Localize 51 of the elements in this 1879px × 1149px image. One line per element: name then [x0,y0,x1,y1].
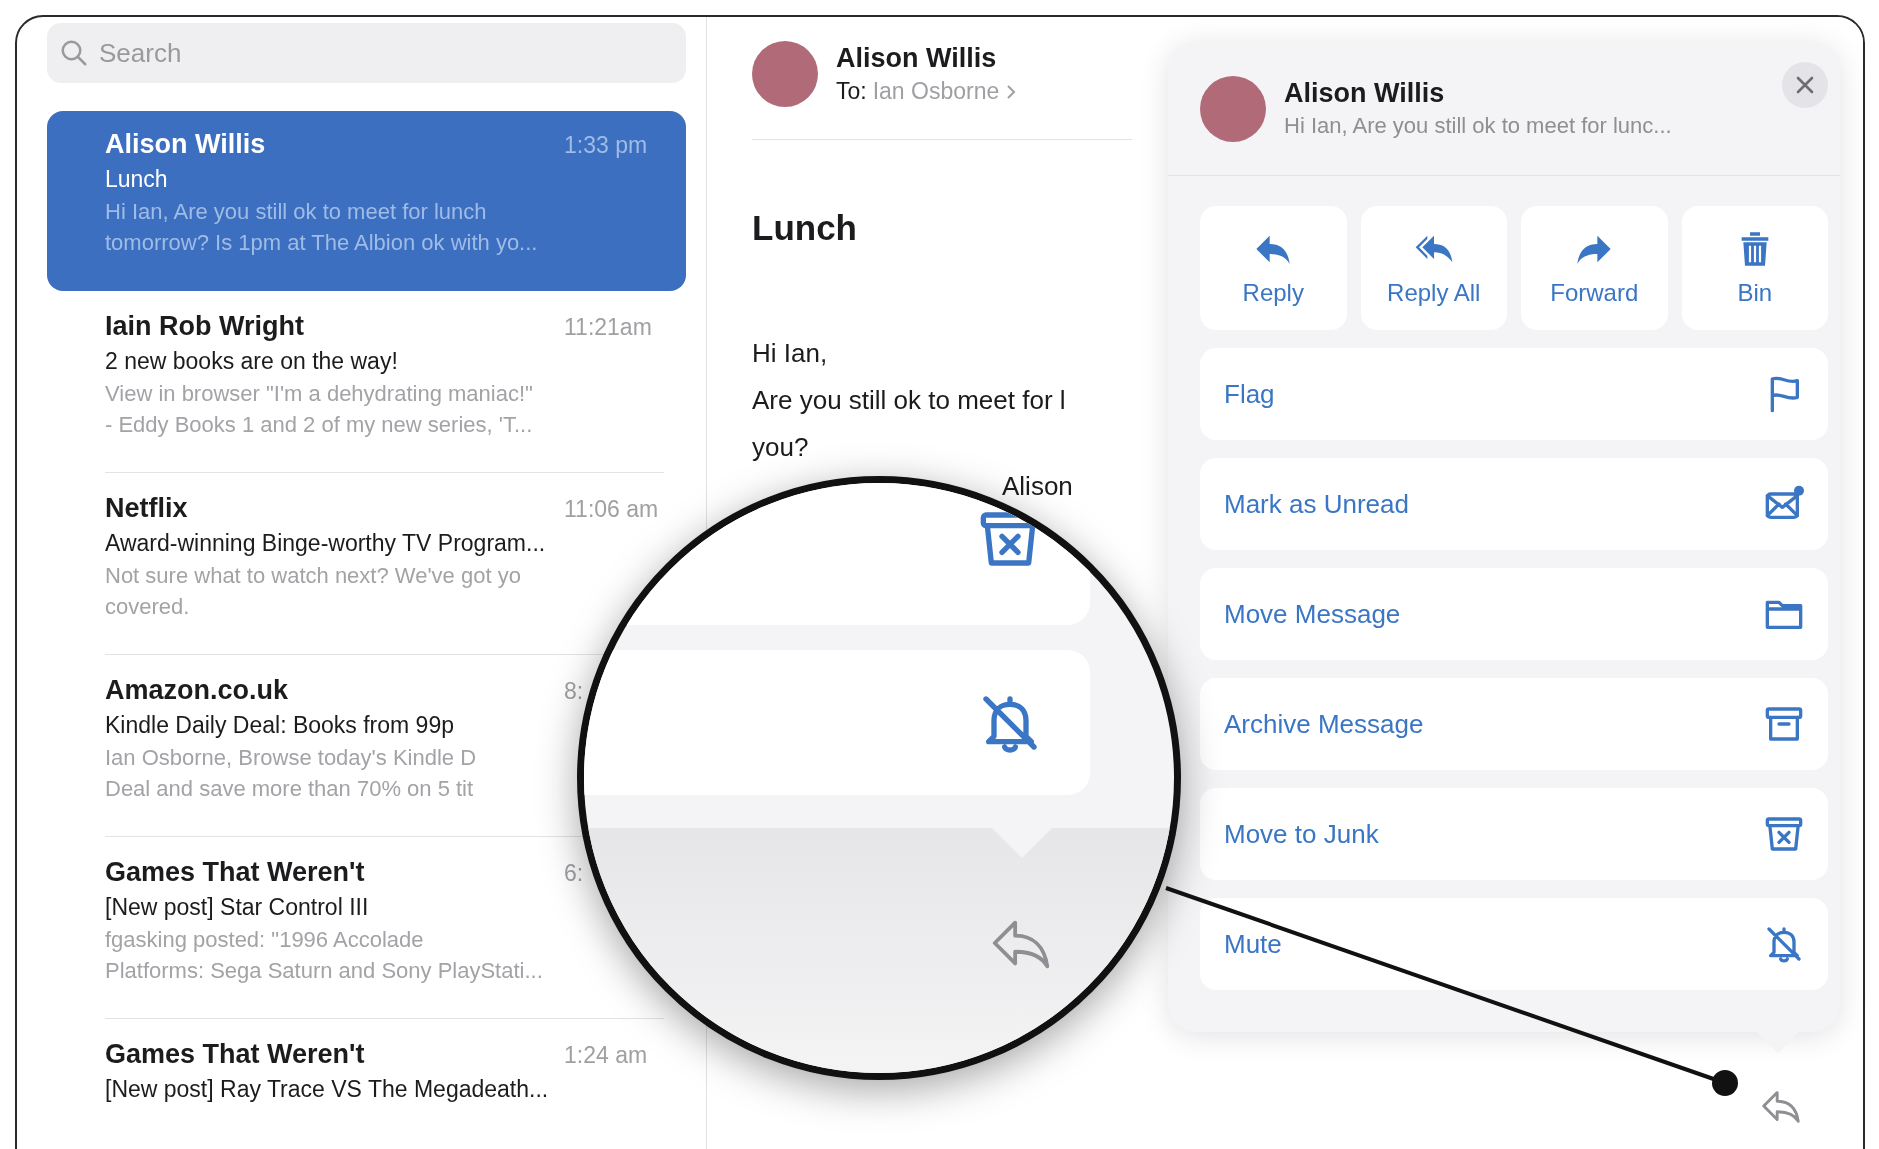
email-subject: Lunch [752,208,858,248]
message-preview: Not sure what to watch next? We've got yo covered. [105,562,522,621]
archive-icon [1764,704,1804,744]
message-time: 6: [564,860,585,887]
sender-name: Amazon.co.uk [105,674,290,707]
message-subject: 2 new books are on the way! [105,347,399,376]
email-body: Hi Ian, Are you still ok to meet for l you? [752,337,1066,464]
search-field[interactable]: Search [47,23,686,83]
message-subject: Lunch [105,165,169,194]
message-subject: [New post] Ray Trace VS The Megadeath... [105,1075,550,1104]
message-preview: View in browser "I'm a dehydrating maniac!" - Eddy Books 1 and 2 of my new series, 'T... [105,380,534,439]
close-button[interactable] [1782,62,1828,108]
sender-name: Iain Rob Wright [105,310,305,343]
message-preview: fgasking posted: "1996 Accolade Platforms: Sega Saturn and Sony PlayStati... [105,926,544,985]
sender-name: Games That Weren't [105,1038,366,1071]
mute-button[interactable]: Mute [1200,898,1828,990]
message-subject: [New post] Star Control III [105,893,370,922]
sender-name: Alison Willis [1284,78,1446,109]
to-label: To: [836,78,867,105]
junk-icon [1764,814,1804,854]
message-row[interactable]: Alison Willis 1:33 pm Lunch Hi Ian, Are you still ok to meet for lunch tomorrow? Is 1pm at The Albion ok with yo... [47,111,686,291]
chevron-icon [1005,82,1018,101]
reply-button[interactable]: Reply [1200,206,1347,330]
message-preview: Hi Ian, Are you still ok to meet for lunc... [1284,113,1673,139]
bin-button[interactable]: Bin [1681,206,1828,330]
recipient-name[interactable]: Ian Osborne [872,78,1000,105]
message-subject: Award-winning Binge-worthy TV Program... [105,529,547,558]
message-row[interactable]: Iain Rob Wright 11:21am 2 new books are on the way! View in browser "I'm a dehydrating maniac!" - Eddy Books 1 and 2 of my new series, 'T... [47,293,686,473]
sender-name: Alison Willis [105,128,267,161]
close-icon [1795,75,1815,95]
forward-button[interactable]: Forward [1521,206,1668,330]
search-icon [59,38,89,68]
sender-name: Games That Weren't [105,856,366,889]
sender-name: Alison Willis [836,43,998,74]
message-time: 1:33 pm [564,132,649,159]
mute-icon [1764,924,1804,964]
message-preview: Hi Ian, Are you still ok to meet for lunch tomorrow? Is 1pm at The Albion ok with yo... [105,198,539,257]
message-time: 1:24 am [564,1042,649,1069]
message-preview: Ian Osborne, Browse today's Kindle D Deal and save more than 70% on 5 tit [105,744,478,803]
junk-button[interactable]: Move to Junk [1200,788,1828,880]
unread-button[interactable]: Mark as Unread [1200,458,1828,550]
message-subject: Kindle Daily Deal: Books from 99p [105,711,455,740]
folder-button[interactable]: Move Message [1200,568,1828,660]
archive-button[interactable]: Archive Message [1200,678,1828,770]
email-signature: Alison [1002,471,1073,502]
sender-name: Netflix [105,492,189,525]
reply-all-button[interactable]: Reply All [1360,206,1507,330]
message-time: 8: [564,678,585,705]
message-time: 11:06 am [564,496,660,523]
flag-button[interactable]: Flag [1200,348,1828,440]
message-time: 11:21am [564,314,653,341]
